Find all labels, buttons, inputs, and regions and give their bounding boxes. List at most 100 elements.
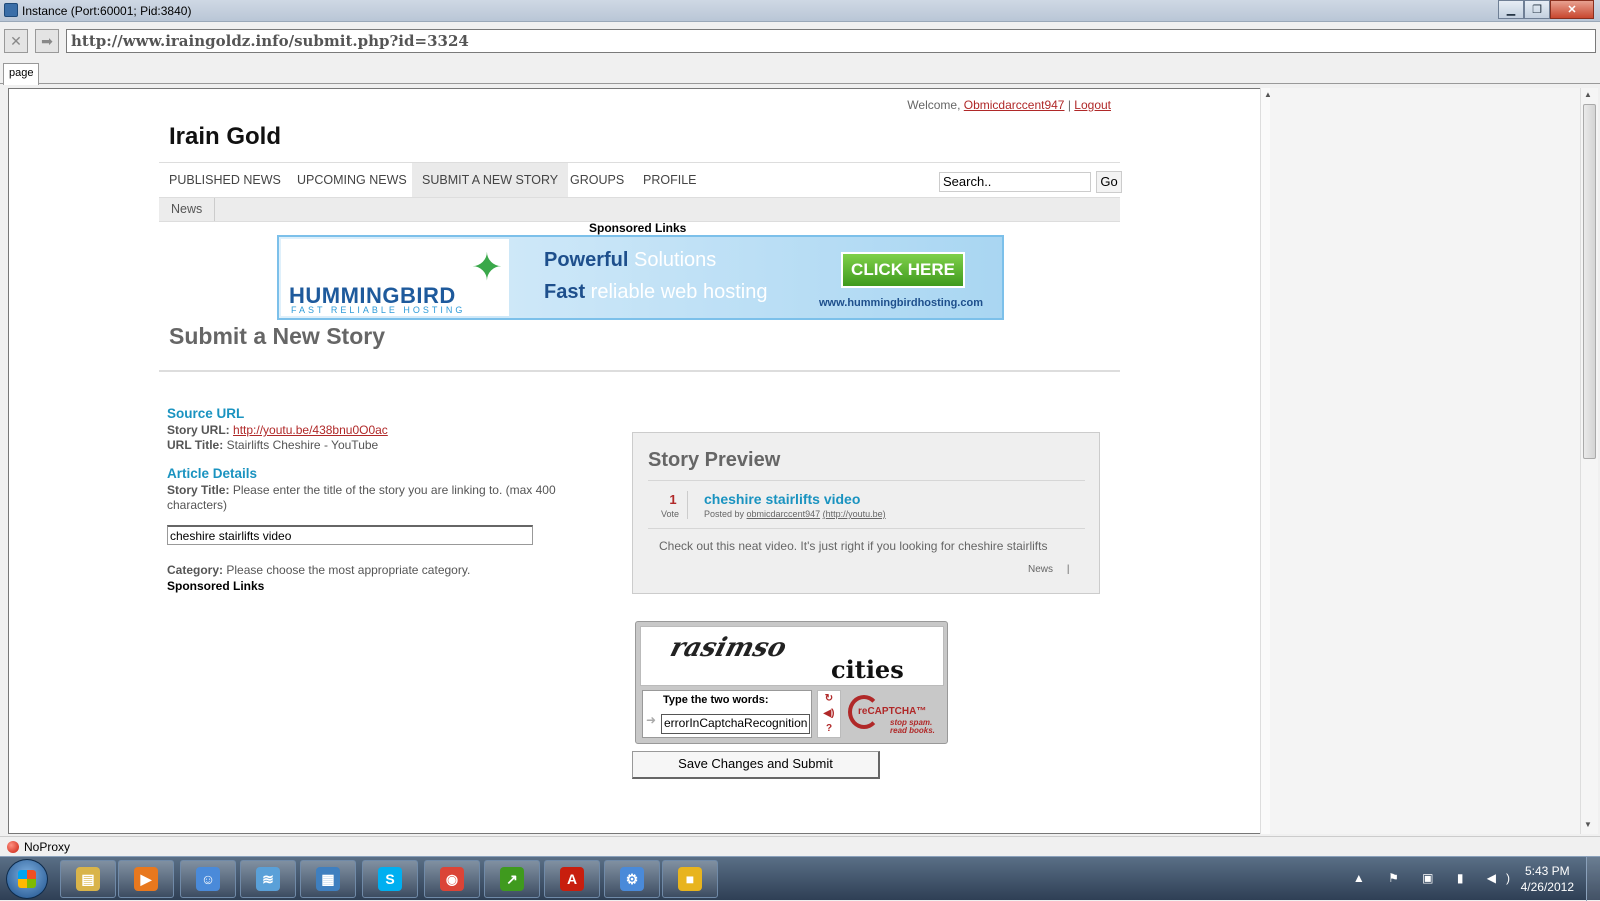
story-title-help-cont: characters) [167,498,228,512]
minimize-button[interactable]: ▁ [1498,0,1524,19]
close-button[interactable]: ✕ [1550,0,1594,19]
window-scrollbar[interactable]: ▲ ▼ [1580,88,1598,834]
status-bar: NoProxy [0,836,1600,856]
ad-headline-2-bold: Fast [544,281,586,303]
nav-submit-story[interactable]: SUBMIT A NEW STORY [412,163,569,197]
chrome-icon: ◉ [440,867,464,891]
search-go-button[interactable]: Go [1096,171,1122,193]
go-arrow-button[interactable]: ➡ [35,29,59,53]
page-title: Submit a New Story [169,323,385,349]
proxy-status-text: NoProxy [24,840,71,854]
main-nav: PUBLISHED NEWS UPCOMING NEWS SUBMIT A NE… [159,162,1122,198]
acrobat-icon: A [560,867,584,891]
story-title-input[interactable]: cheshire stairlifts video [167,525,533,545]
refresh-icon[interactable]: ↻ [818,691,840,706]
show-desktop-button[interactable] [1586,857,1600,901]
story-title-help-row: Story Title: Please enter the title of t… [167,483,556,497]
taskbar-app-button[interactable]: ▤ [60,860,116,898]
story-title-label: Story Title: [167,483,230,497]
taskbar-app-button[interactable]: ≋ [240,860,296,898]
taskbar-app-button[interactable]: A [544,860,600,898]
taskbar-app-button[interactable]: ↗ [484,860,540,898]
story-preview-title: Story Preview [648,449,781,471]
posted-by-user-link[interactable]: obmicdarccent947 [747,509,821,519]
url-input[interactable]: http://www.iraingoldz.info/submit.php?id… [66,29,1596,53]
clock-time: 5:43 PM [1524,864,1570,878]
help-icon[interactable]: ? [818,721,840,736]
scroll-up-icon[interactable]: ▲ [1584,90,1592,99]
ad-click-here-button[interactable]: CLICK HERE [841,252,965,288]
article-details-heading: Article Details [167,466,258,481]
explorer-icon: ▤ [76,867,100,891]
network-icon: ≋ [256,867,280,891]
logout-link[interactable]: Logout [1074,98,1111,112]
ad-headline-2: Fast reliable web hosting [544,281,767,304]
vote-count: 1 [669,492,677,507]
captcha-answer-input[interactable]: errorInCaptchaRecognition [661,714,810,734]
story-url-link[interactable]: http://youtu.be/438bnu0O0ac [233,423,388,437]
windows-logo-icon [18,870,36,888]
sub-nav: News [159,198,1120,222]
preview-category-row: News | [1028,564,1070,575]
control-panel-icon: ▦ [316,867,340,891]
side-pane [1270,88,1580,834]
taskbar-app-button[interactable]: ▶ [118,860,174,898]
recaptcha-logo: reCAPTCHA™ stop spam. read books. [846,692,944,738]
system-tray-icons[interactable]: ▲ ⚑ ▣ ▮ ◀) [1353,871,1520,885]
taskbar-app-button[interactable]: ⚙ [604,860,660,898]
taskbar-app-button[interactable]: ■ [662,860,718,898]
captcha-controls: ↻ ◀) ? [817,690,841,738]
preview-category: News [1028,564,1054,575]
nav-groups[interactable]: GROUPS [560,163,634,197]
audio-icon[interactable]: ◀) [818,706,840,721]
save-and-submit-button[interactable]: Save Changes and Submit [632,751,880,779]
restore-button[interactable]: ❐ [1524,0,1550,19]
hosting-ad-banner[interactable]: ✦ HUMMINGBIRD FAST RELIABLE HOSTING Powe… [277,235,1004,320]
tab-page[interactable]: page [3,63,39,85]
start-button[interactable] [6,859,48,899]
posted-by-row: Posted by obmicdarccent947 (http://youtu… [704,509,886,519]
captcha-prompt: Type the two words: [663,694,769,706]
subnav-news[interactable]: News [159,198,216,221]
vote-label: Vote [661,509,680,519]
clock-date: 4/26/2012 [1520,880,1574,894]
scroll-thumb[interactable] [1583,104,1596,459]
arrow-right-icon: ➜ [646,713,657,727]
proxy-status-icon [7,841,19,853]
captcha-image: rasimso cities [640,626,944,686]
story-url-row: Story URL: http://youtu.be/438bnu0O0ac [167,423,388,437]
story-title-help: Please enter the title of the story you … [232,483,556,497]
window-controls: ▁ ❐ ✕ [1498,0,1594,19]
tab-strip: page [0,62,1600,85]
heading-divider [159,370,1120,372]
tiles-icon: ■ [678,867,702,891]
window-title-bar: Instance (Port:60001; Pid:3840) ▁ ❐ ✕ [0,0,1600,22]
category-help: Please choose the most appropriate categ… [226,563,471,577]
people-icon: ☺ [196,867,220,891]
sponsored-links-label: Sponsored Links [167,579,265,593]
taskbar-app-button[interactable]: ◉ [424,860,480,898]
scroll-down-icon[interactable]: ▼ [1584,820,1592,829]
username-link[interactable]: Obmicdarccent947 [964,98,1065,112]
posted-source-link[interactable]: (http://youtu.be) [823,509,886,519]
nav-published-news[interactable]: PUBLISHED NEWS [159,163,291,197]
hummingbird-icon: ✦ [471,247,503,289]
captcha-word-1: rasimso [666,633,790,663]
taskbar-app-button[interactable]: ▦ [300,860,356,898]
stop-button[interactable]: ✕ [4,29,28,53]
taskbar-app-button[interactable]: ☺ [180,860,236,898]
nav-profile[interactable]: PROFILE [633,163,707,197]
category-row: Category: Please choose the most appropr… [167,563,470,577]
captcha-word-2: cities [831,655,904,684]
taskbar-clock[interactable]: 5:43 PM 4/26/2012 [1521,863,1574,895]
search-input[interactable]: Search.. [939,172,1091,192]
ad-site-url: www.hummingbirdhosting.com [819,297,983,309]
chart-app-icon: ↗ [500,867,524,891]
recaptcha-brand: reCAPTCHA™ [858,706,927,717]
sponsored-links-heading: Sponsored Links [589,221,687,235]
taskbar-app-button[interactable]: S [362,860,418,898]
source-url-heading: Source URL [167,406,245,421]
nav-upcoming-news[interactable]: UPCOMING NEWS [287,163,417,197]
preview-story-title[interactable]: cheshire stairlifts video [704,491,860,507]
site-title[interactable]: Irain Gold [169,123,281,151]
